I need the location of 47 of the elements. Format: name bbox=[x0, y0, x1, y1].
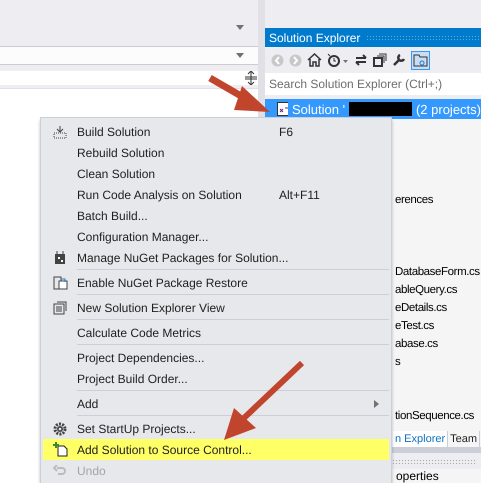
dropdown-arrow-icon[interactable] bbox=[236, 25, 244, 30]
sync-icon[interactable] bbox=[354, 53, 368, 67]
menu-item[interactable]: Rebuild Solution bbox=[43, 142, 389, 163]
menu-item[interactable]: Add bbox=[43, 393, 389, 414]
collapse-all-icon[interactable] bbox=[373, 53, 387, 67]
tree-item[interactable]: s bbox=[395, 353, 481, 371]
menu-item[interactable]: Add Solution to Source Control... bbox=[43, 439, 389, 460]
search-field[interactable]: Search Solution Explorer (Ctrl+;) bbox=[265, 73, 481, 95]
tree-item-label: Solution ' bbox=[292, 102, 346, 116]
window-list-icon bbox=[53, 300, 67, 314]
tree-item-label: (2 projects) bbox=[416, 102, 481, 116]
add-document-icon bbox=[52, 442, 68, 457]
menu-item[interactable]: Run Code Analysis on Solution Alt+F11 bbox=[43, 184, 389, 205]
clock-icon[interactable] bbox=[327, 53, 349, 67]
panel-title: Solution Explorer bbox=[269, 30, 360, 44]
menu-item[interactable]: Batch Build... bbox=[43, 205, 389, 226]
menu-item[interactable]: Build Solution F6 bbox=[43, 121, 389, 142]
menu-item[interactable]: Set StartUp Projects... bbox=[43, 418, 389, 439]
tree-item[interactable]: DatabaseForm.cs bbox=[395, 263, 481, 281]
dropdown-arrow-icon[interactable] bbox=[236, 53, 244, 58]
tree-item[interactable]: eDetails.cs bbox=[395, 299, 481, 317]
menu-item[interactable]: Clean Solution bbox=[43, 163, 389, 184]
wrench-icon[interactable] bbox=[392, 53, 406, 67]
redaction-block bbox=[349, 102, 412, 116]
menu-item[interactable]: Manage NuGet Packages for Solution... bbox=[43, 247, 389, 268]
splitter-icon[interactable] bbox=[244, 71, 258, 85]
menu-item[interactable]: Project Build Order... bbox=[43, 368, 389, 389]
solution-icon bbox=[277, 102, 288, 116]
tree-item[interactable]: ableQuery.cs bbox=[395, 281, 481, 299]
menu-item[interactable]: Enable NuGet Package Restore bbox=[43, 272, 389, 293]
panel-tab[interactable]: n Explorer bbox=[393, 431, 448, 447]
panel-tab[interactable]: Team bbox=[448, 431, 480, 447]
tree-item[interactable]: abase.cs bbox=[395, 335, 481, 353]
gear-icon bbox=[53, 422, 67, 436]
restore-icon bbox=[52, 276, 68, 290]
preview-icon[interactable] bbox=[411, 50, 430, 70]
home-icon[interactable] bbox=[307, 53, 322, 67]
build-icon bbox=[53, 124, 67, 138]
menu-item[interactable]: Calculate Code Metrics bbox=[43, 322, 389, 343]
menu-item[interactable]: New Solution Explorer View bbox=[43, 297, 389, 318]
package-icon bbox=[54, 250, 66, 264]
tree-item[interactable]: tionSequence.cs bbox=[395, 407, 481, 425]
tree-item[interactable]: eTest.cs bbox=[395, 317, 481, 335]
undo-icon bbox=[53, 464, 67, 476]
menu-item[interactable]: Project Dependencies... bbox=[43, 347, 389, 368]
tree-item[interactable]: erences bbox=[395, 191, 481, 209]
menu-item[interactable]: Configuration Manager... bbox=[43, 226, 389, 247]
